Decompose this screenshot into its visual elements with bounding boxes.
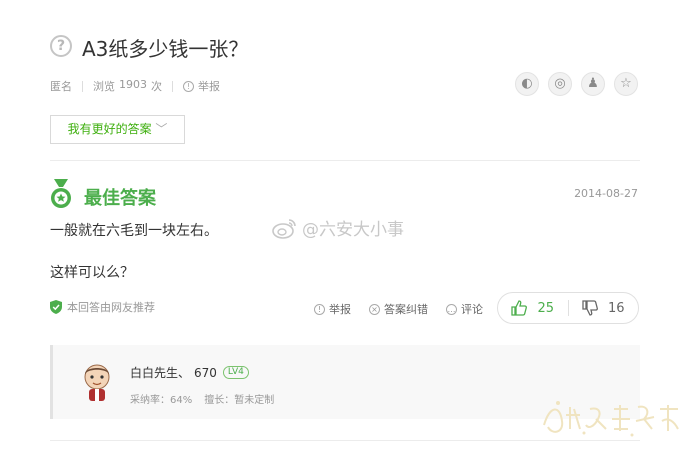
weibo-icon[interactable]: ◎ [548,72,572,96]
site-logo-watermark [543,401,679,437]
answer-text-line: 这样可以么？ [50,265,134,281]
answerer-name[interactable]: 白白先生、 [130,364,190,381]
better-answer-button[interactable]: 我有更好的答案 ﹀ [50,115,185,144]
thumbs-down-icon [582,300,598,316]
question-meta: 匿名 浏览 1903 次 ! 举报 [50,78,220,94]
recommend-note: 本回答由网友推荐 [50,299,155,315]
medal-icon [51,179,71,208]
thumbs-up-icon [511,300,528,316]
correct-answer-button[interactable]: × 答案纠错 [369,301,428,317]
section-divider [50,160,640,161]
vote-box: 25 16 [497,292,639,324]
weibo-watermark-icon [272,218,296,239]
downvote-button[interactable]: 16 [569,300,639,316]
answer-actions: ! 举报 × 答案纠错 … 评论 [314,301,501,317]
report-link[interactable]: 举报 [198,78,220,94]
question-circle-icon: ? [50,35,72,57]
answer-date: 2014-08-27 [574,187,638,200]
section-divider [50,440,640,441]
author-label: 匿名 [50,80,72,93]
specialty: 擅长：暂未定制 [204,395,275,406]
downvote-count: 16 [607,300,625,316]
report-button[interactable]: ! 举报 [314,301,351,317]
best-answer-title: 最佳答案 [84,188,156,209]
wechat-icon[interactable]: ◐ [515,72,539,96]
qq-icon[interactable]: ♟ [581,72,605,96]
question-title: A3纸多少钱一张？ [82,37,249,61]
watermark: @六安大小事 [272,215,404,240]
adopt-rate: 采纳率：64% [130,395,193,406]
answerer-stats: 采纳率：64% 擅长：暂未定制 [130,391,274,406]
watermark-text: @六安大小事 [302,220,404,240]
share-bar: ◐ ◎ ♟ ☆ [515,72,638,96]
upvote-button[interactable]: 25 [498,300,568,316]
comment-icon: … [446,303,457,315]
answer-text-line: 一般就在六毛到一块左右。 [50,223,218,239]
avatar[interactable] [80,362,114,402]
chevron-down-icon: ﹀ [155,122,168,136]
views-count: 1903 [119,78,147,91]
star-icon[interactable]: ☆ [614,72,638,96]
level-badge: LV4 [222,366,249,379]
shield-check-icon [50,300,62,314]
correction-icon: × [369,303,380,315]
meta-divider [172,80,173,92]
report-icon: ! [314,303,325,315]
upvote-count: 25 [537,300,555,316]
answerer-score: 670 [194,365,217,380]
answerer-info: 白白先生、 670 LV4 [130,364,249,381]
views-info: 浏览 1903 次 [93,78,162,93]
meta-divider [82,80,83,92]
report-icon: ! [183,80,194,92]
comment-button[interactable]: … 评论 [446,301,483,317]
